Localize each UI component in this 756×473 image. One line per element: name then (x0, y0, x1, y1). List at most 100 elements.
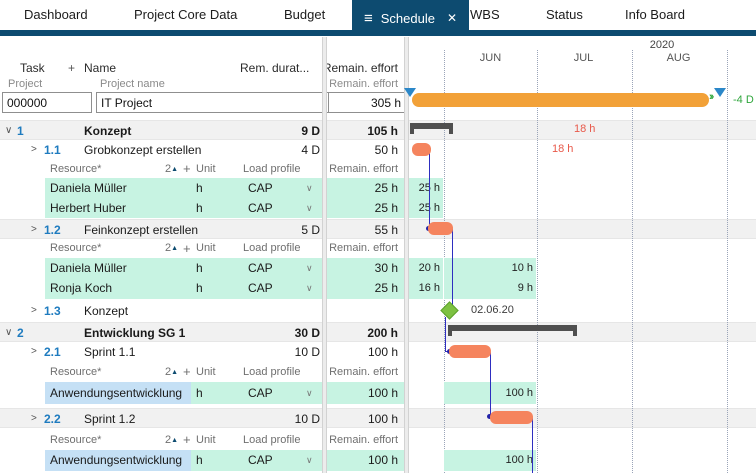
task-row-2[interactable]: ∨ 2 Entwicklung SG 1 30 D 200 h (0, 322, 756, 342)
unit-header: Unit (196, 430, 216, 450)
resource-unit: h (196, 450, 203, 471)
project-name-input[interactable] (96, 92, 330, 113)
resource-unit: h (196, 198, 203, 218)
summary-bar-konzept[interactable] (410, 123, 453, 129)
task-row-2-2[interactable]: > 2.2 Sprint 1.2 10 D 100 h (0, 408, 756, 428)
sort-asc-icon: ▲ (171, 166, 178, 173)
task-row-1-3[interactable]: > 1.3 Konzept (0, 301, 756, 321)
summary-bar-entwicklung[interactable] (448, 325, 577, 331)
collapse-icon[interactable]: ∨ (5, 121, 12, 141)
task-row-1-2[interactable]: > 1.2 Feinkonzept erstellen 5 D 55 h (0, 219, 756, 239)
expand-icon[interactable]: > (31, 220, 37, 240)
sort-indicator[interactable]: 2▲ (165, 362, 178, 383)
add-resource-icon[interactable]: + (183, 239, 191, 258)
tab-dashboard[interactable]: Dashboard (24, 0, 88, 30)
task-effort: 50 h (318, 140, 398, 160)
task-row-1[interactable]: ∨ 1 Konzept 9 D 105 h (0, 120, 756, 140)
load-profile-dropdown-icon[interactable]: ∨ (306, 198, 313, 218)
project-start-marker-icon[interactable] (404, 88, 416, 97)
task-bar-1-1[interactable] (412, 143, 431, 156)
task-effort: 200 h (318, 323, 398, 343)
load-profile-dropdown-icon[interactable]: ∨ (306, 450, 313, 471)
resource-row[interactable]: Herbert Huber h CAP ∨ 25 h (0, 198, 756, 218)
expand-icon[interactable]: > (31, 409, 37, 429)
dependency-line (532, 417, 533, 473)
gantt-effort-cell: 10 h (444, 258, 536, 278)
resource-header-row: Resource* 2▲ + Unit Load profile Remain.… (0, 160, 756, 178)
timeline-month-aug: AUG (632, 52, 725, 64)
resource-effort: 25 h (318, 198, 398, 218)
expand-icon[interactable]: > (31, 342, 37, 362)
effort-header: Remain. effort (318, 160, 398, 178)
add-column-icon[interactable]: + (68, 61, 75, 75)
unit-header: Unit (196, 362, 216, 382)
sort-indicator[interactable]: 2▲ (165, 239, 178, 258)
load-profile-dropdown-icon[interactable]: ∨ (306, 258, 313, 278)
resource-label: Resource* (50, 362, 101, 382)
gantt-effort-cell: 25 h (409, 178, 443, 198)
resource-effort: 100 h (318, 382, 398, 404)
add-resource-icon[interactable]: + (183, 362, 191, 382)
add-resource-icon[interactable]: + (183, 160, 191, 178)
tab-schedule[interactable]: ≡ Schedule ✕ (352, 0, 469, 36)
expand-icon[interactable]: > (31, 140, 37, 160)
resource-name: Daniela Müller (50, 178, 127, 198)
expand-icon[interactable]: > (31, 301, 37, 321)
month-gridline (537, 50, 538, 473)
task-row-2-1[interactable]: > 2.1 Sprint 1.1 10 D 100 h (0, 342, 756, 362)
tab-project-core-data[interactable]: Project Core Data (134, 0, 237, 30)
col-rem-duration[interactable]: Rem. durat... (240, 61, 320, 75)
subcol-rem-effort: Remain. effort (318, 78, 398, 90)
task-id: 1 (17, 121, 24, 141)
dependency-line (429, 150, 430, 229)
resource-name: Daniela Müller (50, 258, 127, 278)
tab-status[interactable]: Status (546, 0, 583, 30)
tab-schedule-label: Schedule (381, 11, 435, 26)
sort-indicator[interactable]: 2▲ (165, 430, 178, 451)
resource-name: Anwendungsentwicklung (50, 450, 182, 471)
col-name[interactable]: Name (84, 61, 116, 75)
col-task[interactable]: Task (20, 61, 45, 75)
add-resource-icon[interactable]: + (183, 430, 191, 450)
project-id-input[interactable] (2, 92, 92, 113)
resource-row[interactable]: Daniela Müller h CAP ∨ 25 h (0, 178, 756, 198)
sort-indicator[interactable]: 2▲ (165, 160, 178, 179)
task-effort: 105 h (318, 121, 398, 141)
resource-row[interactable]: Anwendungsentwicklung h CAP ∨ 100 h (0, 450, 756, 471)
load-profile-dropdown-icon[interactable]: ∨ (306, 278, 313, 299)
task-bar-1-2[interactable] (428, 222, 453, 235)
resource-header-row: Resource* 2▲ + Unit Load profile Remain.… (0, 239, 756, 258)
resource-unit: h (196, 382, 203, 404)
project-effort-input[interactable] (328, 92, 406, 113)
column-splitter[interactable] (322, 37, 327, 473)
load-profile-header: Load profile (243, 239, 301, 258)
project-end-marker-icon[interactable] (714, 88, 726, 97)
project-gantt-bar[interactable] (412, 93, 709, 107)
dependency-line (452, 228, 453, 305)
top-navigation: Dashboard Project Core Data Budget ≡ Sch… (0, 0, 756, 36)
collapse-icon[interactable]: ∨ (5, 323, 12, 343)
table-gantt-splitter[interactable] (404, 37, 409, 473)
task-row-1-1[interactable]: > 1.1 Grobkonzept erstellen 4 D 50 h (0, 140, 756, 160)
col-rem-effort[interactable]: Remain. effort (318, 61, 398, 75)
load-profile-header: Load profile (243, 362, 301, 382)
close-tab-icon[interactable]: ✕ (447, 11, 457, 25)
resource-row[interactable]: Anwendungsentwicklung h CAP ∨ 100 h (0, 382, 756, 404)
task-name: Entwicklung SG 1 (84, 323, 185, 343)
effort-header: Remain. effort (318, 430, 398, 450)
task-effort: 100 h (318, 342, 398, 362)
load-profile-dropdown-icon[interactable]: ∨ (306, 178, 313, 198)
menu-icon[interactable]: ≡ (364, 11, 373, 26)
tab-budget[interactable]: Budget (284, 0, 325, 30)
resource-row[interactable]: Daniela Müller h CAP ∨ 30 h (0, 258, 756, 278)
load-profile-dropdown-icon[interactable]: ∨ (306, 382, 313, 404)
schedule-view: Dashboard Project Core Data Budget ≡ Sch… (0, 0, 756, 473)
task-duration: 10 D (240, 409, 320, 429)
sort-asc-icon: ▲ (171, 369, 178, 376)
tab-info-board[interactable]: Info Board (625, 0, 685, 30)
task-id: 1.2 (44, 220, 61, 240)
task-bar-2-1[interactable] (449, 345, 491, 358)
task-bar-2-2[interactable] (490, 411, 533, 424)
resource-row[interactable]: Ronja Koch h CAP ∨ 25 h (0, 278, 756, 299)
tab-wbs[interactable]: WBS (470, 0, 500, 30)
